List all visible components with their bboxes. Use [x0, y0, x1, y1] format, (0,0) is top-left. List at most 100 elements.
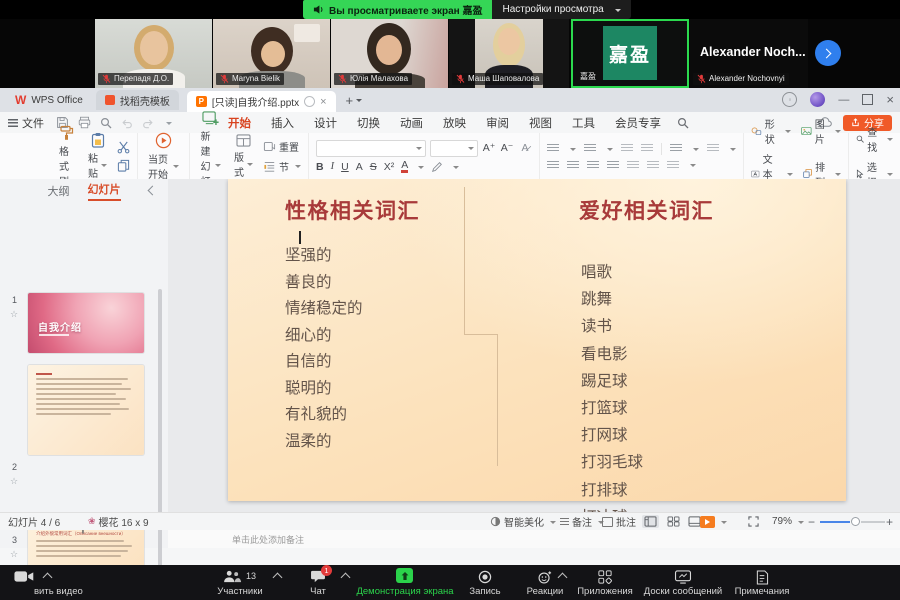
increase-font-button[interactable]: A⁺	[482, 142, 496, 154]
view-options-button[interactable]: Настройки просмотра	[492, 0, 630, 19]
ribbon-tab-tools[interactable]: 工具	[562, 113, 605, 133]
theme-indicator[interactable]: ❀ 樱花 16 x 9	[88, 513, 149, 530]
play-from-current-button[interactable]: 当页开始	[145, 132, 182, 181]
copy-icon[interactable]	[117, 159, 130, 172]
chevron-up-icon[interactable]	[43, 573, 53, 583]
avatar[interactable]	[810, 92, 825, 107]
ribbon-tab-transitions[interactable]: 切换	[347, 113, 390, 133]
slide-heading-left[interactable]: 性格相关词汇	[285, 195, 420, 225]
star-icon[interactable]: ☆	[10, 309, 18, 320]
tab-docer-templates[interactable]: 找稻壳模板	[96, 90, 179, 110]
notes-bar[interactable]: 单击此处添加备注	[168, 529, 900, 548]
participant-tile[interactable]: Maryna Bielik	[213, 19, 330, 88]
ribbon-tab-member[interactable]: 会员专享	[605, 113, 671, 133]
ribbon-tab-animation[interactable]: 动画	[390, 113, 433, 133]
superscript-button[interactable]: X²	[384, 161, 395, 173]
comments-button[interactable]: 批注	[602, 513, 636, 530]
decrease-font-button[interactable]: A⁻	[500, 142, 514, 154]
tab-wps-home[interactable]: W WPS Office	[6, 90, 92, 110]
underline-button[interactable]: U	[341, 161, 349, 173]
next-participants-button[interactable]	[815, 40, 841, 66]
redo-icon[interactable]	[142, 117, 154, 129]
undo-icon[interactable]	[121, 117, 133, 129]
file-menu[interactable]: 文件	[8, 115, 44, 131]
search-icon[interactable]	[677, 117, 689, 129]
bullet-list-icon[interactable]	[547, 144, 559, 153]
picture-button[interactable]: 图片	[801, 116, 841, 146]
align-right-icon[interactable]	[587, 161, 599, 170]
participant-tile[interactable]: Alexander Noch... Alexander Nochovnyi	[690, 19, 808, 88]
ribbon-tab-insert[interactable]: 插入	[261, 113, 304, 133]
restore-button[interactable]	[862, 94, 873, 105]
find-button[interactable]: 查找	[856, 124, 893, 154]
slide-heading-right[interactable]: 爱好相关词汇	[579, 195, 714, 225]
ribbon-tab-view[interactable]: 视图	[519, 113, 562, 133]
quickbar-chevron-icon[interactable]	[166, 122, 172, 128]
slide-thumbnail-1[interactable]: 自我介绍	[28, 293, 144, 353]
collapse-panel-icon[interactable]	[148, 186, 158, 196]
reset-button[interactable]: 重置	[263, 139, 301, 154]
minimize-button[interactable]: —	[838, 94, 849, 106]
font-color-button[interactable]: A	[401, 161, 408, 173]
zoom-in-button[interactable]: +	[886, 513, 893, 530]
participant-tile[interactable]: Юлія Малахова	[331, 19, 448, 88]
slide-list-left[interactable]: 坚强的善良的 情绪稳定的细心的 自信的聪明的 有礼貌的温柔的	[285, 243, 363, 455]
clear-format-button[interactable]: A̷	[518, 142, 532, 154]
participant-tile[interactable]: Перепадя Д.О.	[95, 19, 212, 88]
italic-button[interactable]: I	[331, 161, 335, 172]
new-tab-button[interactable]: +	[346, 93, 354, 108]
decrease-indent-icon[interactable]	[621, 144, 633, 153]
tab-list-chevron-icon[interactable]	[356, 99, 362, 105]
close-window-button[interactable]: ×	[886, 92, 894, 107]
layout-button[interactable]: 版式	[231, 134, 256, 179]
star-icon[interactable]: ☆	[10, 476, 18, 487]
normal-view-button[interactable]	[642, 515, 659, 528]
highlight-button[interactable]	[431, 161, 443, 173]
theme-icon[interactable]: ◦	[782, 92, 797, 107]
align-left-icon[interactable]	[547, 161, 559, 170]
star-icon[interactable]: ☆	[10, 549, 18, 560]
ribbon-tab-home[interactable]: 开始	[218, 113, 261, 133]
align-center-icon[interactable]	[567, 161, 579, 170]
increase-indent-icon[interactable]	[641, 144, 653, 153]
bold-button[interactable]: B	[316, 161, 324, 173]
chevron-up-icon[interactable]	[273, 573, 283, 583]
ribbon-tab-slideshow[interactable]: 放映	[433, 113, 476, 133]
zoom-out-button[interactable]: −	[808, 513, 815, 530]
cut-icon[interactable]	[117, 141, 130, 154]
section-button[interactable]: 节	[263, 159, 301, 174]
distribute-icon[interactable]	[627, 161, 639, 170]
paste-button[interactable]: 粘贴	[85, 132, 110, 180]
font-size-select[interactable]	[430, 140, 478, 157]
columns-icon[interactable]	[647, 161, 659, 170]
slide-list-right[interactable]: 唱歌跳舞 读书看电影 踢足球打篮球 打网球打羽毛球 打排球打冰球	[581, 259, 643, 531]
zoom-level[interactable]: 79%	[772, 513, 804, 530]
preview-icon[interactable]	[100, 117, 112, 129]
participant-tile[interactable]: Маша Шаповалова	[449, 19, 569, 88]
chevron-up-icon[interactable]	[558, 573, 568, 583]
font-family-select[interactable]	[316, 140, 426, 157]
zoom-slider[interactable]	[820, 513, 885, 530]
shadow-button[interactable]: A	[356, 161, 363, 173]
smart-beautify-button[interactable]: 智能美化	[490, 513, 556, 530]
participant-tile-active-speaker[interactable]: 嘉盈 嘉盈	[571, 19, 689, 88]
text-direction-icon[interactable]	[707, 144, 719, 153]
strike-button[interactable]: S	[370, 161, 377, 173]
notes-button[interactable]: 备注	[560, 513, 604, 530]
shapes-button[interactable]: 形状	[751, 116, 791, 146]
numbered-list-icon[interactable]	[584, 144, 596, 153]
zoom-slider-knob[interactable]	[851, 517, 860, 526]
print-icon[interactable]	[78, 116, 91, 129]
close-tab-icon[interactable]: ×	[320, 96, 326, 108]
ribbon-tab-design[interactable]: 设计	[304, 113, 347, 133]
slide-sorter-view-button[interactable]	[667, 516, 680, 527]
justify-icon[interactable]	[607, 161, 619, 170]
play-slideshow-button[interactable]	[700, 513, 727, 530]
slide-editor[interactable]: 性格相关词汇 坚强的善良的 情绪稳定的细心的 自信的聪明的 有礼貌的温柔的 爱好…	[228, 179, 846, 501]
fit-slide-button[interactable]	[748, 513, 759, 530]
ribbon-tab-review[interactable]: 审阅	[476, 113, 519, 133]
tab-slides[interactable]: 幻灯片	[88, 181, 121, 201]
paragraph-more-icon[interactable]	[667, 161, 679, 170]
tab-outline[interactable]: 大纲	[48, 183, 70, 199]
chevron-up-icon[interactable]	[341, 573, 351, 583]
